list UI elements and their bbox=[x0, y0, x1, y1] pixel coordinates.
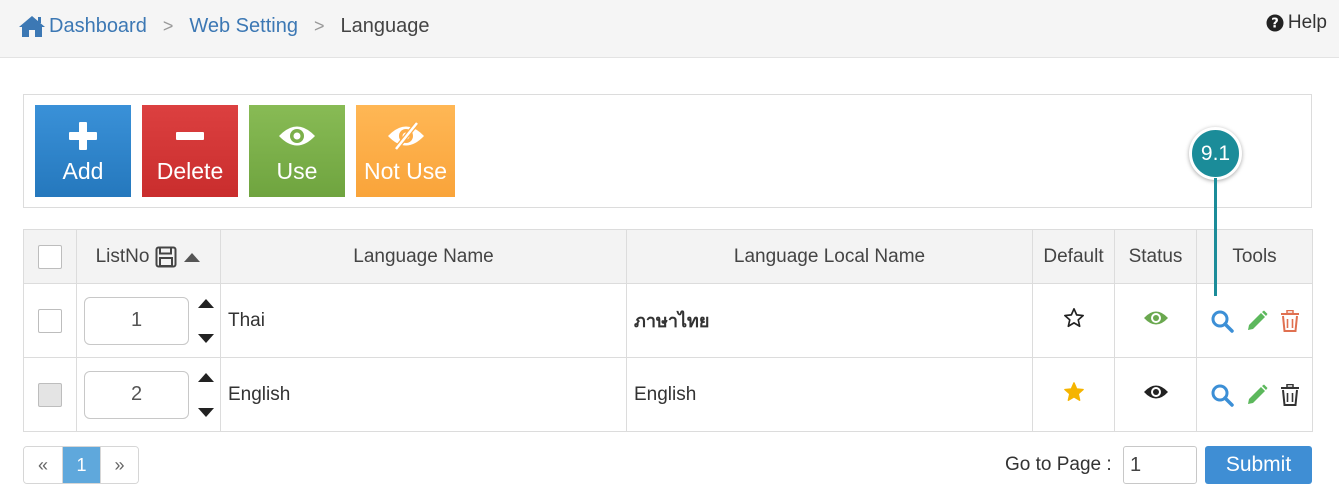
submit-button[interactable]: Submit bbox=[1205, 446, 1312, 484]
trash-icon[interactable] bbox=[1280, 383, 1300, 406]
pagination-page-current[interactable]: 1 bbox=[62, 447, 100, 483]
status-cell bbox=[1114, 283, 1197, 358]
table-header-row: ListNo Language Name Language Local Name… bbox=[23, 229, 1313, 284]
pencil-icon[interactable] bbox=[1246, 384, 1268, 406]
header-status: Status bbox=[1114, 229, 1197, 284]
language-local-name: ภาษาไทย bbox=[626, 283, 1033, 358]
header-listno: ListNo bbox=[76, 229, 221, 284]
order-input[interactable]: 2 bbox=[84, 370, 189, 419]
eye-slash-icon bbox=[387, 118, 425, 154]
row-checkbox[interactable] bbox=[38, 308, 62, 333]
question-circle-icon: ? bbox=[1266, 14, 1284, 32]
save-icon[interactable] bbox=[155, 246, 177, 268]
table-row: 1 Thai ภาษาไทย bbox=[23, 283, 1313, 358]
row-checkbox[interactable] bbox=[38, 382, 62, 407]
default-cell bbox=[1032, 283, 1115, 358]
action-toolbar: Add Delete Use Not Use bbox=[23, 94, 1312, 208]
add-button[interactable]: Add bbox=[35, 105, 131, 197]
breadcrumb-dashboard-label: Dashboard bbox=[49, 14, 147, 37]
help-label: Help bbox=[1287, 12, 1327, 33]
breadcrumb: Dashboard > Web Setting > Language bbox=[18, 12, 429, 40]
search-icon[interactable] bbox=[1210, 309, 1234, 333]
eye-active-icon[interactable] bbox=[1143, 309, 1169, 327]
language-local-name: English bbox=[626, 357, 1033, 432]
goto-page-input[interactable]: 1 bbox=[1123, 446, 1197, 484]
language-table: ListNo Language Name Language Local Name… bbox=[23, 229, 1313, 432]
tools-cell bbox=[1196, 357, 1313, 432]
sort-up-icon[interactable] bbox=[183, 251, 201, 263]
annotation-pointer-line bbox=[1214, 178, 1217, 296]
annotation-callout: 9.1 bbox=[1189, 127, 1242, 180]
header-language-name[interactable]: Language Name bbox=[220, 229, 627, 284]
svg-text:?: ? bbox=[1271, 17, 1279, 32]
pagination-next[interactable]: » bbox=[100, 447, 138, 483]
select-all-cell bbox=[23, 229, 77, 284]
star-filled-icon[interactable] bbox=[1063, 381, 1085, 403]
header-language-local-name[interactable]: Language Local Name bbox=[626, 229, 1033, 284]
breadcrumb-language: Language bbox=[340, 14, 430, 37]
row-select-cell bbox=[23, 283, 77, 358]
add-button-label: Add bbox=[62, 157, 104, 184]
search-icon[interactable] bbox=[1210, 383, 1234, 407]
plus-icon bbox=[67, 118, 99, 154]
eye-icon bbox=[278, 118, 316, 154]
move-down-icon[interactable] bbox=[197, 333, 215, 344]
not-use-button[interactable]: Not Use bbox=[356, 105, 455, 197]
pencil-icon[interactable] bbox=[1246, 310, 1268, 332]
use-button[interactable]: Use bbox=[249, 105, 345, 197]
breadcrumb-web-setting[interactable]: Web Setting bbox=[189, 15, 298, 38]
default-cell bbox=[1032, 357, 1115, 432]
language-name: English bbox=[220, 357, 627, 432]
breadcrumb-separator: > bbox=[162, 15, 174, 36]
home-icon bbox=[19, 16, 45, 37]
breadcrumb-dashboard[interactable]: Dashboard bbox=[18, 14, 147, 38]
move-up-icon[interactable] bbox=[197, 372, 215, 383]
language-name: Thai bbox=[220, 283, 627, 358]
delete-button[interactable]: Delete bbox=[142, 105, 238, 197]
top-bar: Dashboard > Web Setting > Language ? Hel… bbox=[0, 0, 1339, 58]
breadcrumb-separator: > bbox=[313, 15, 325, 36]
minus-icon bbox=[174, 118, 206, 154]
trash-icon[interactable] bbox=[1280, 309, 1300, 332]
star-outline-icon[interactable] bbox=[1063, 307, 1085, 329]
goto-page-label: Go to Page : bbox=[1005, 454, 1112, 475]
use-button-label: Use bbox=[276, 157, 318, 184]
row-select-cell bbox=[23, 357, 77, 432]
not-use-button-label: Not Use bbox=[363, 157, 448, 184]
status-cell bbox=[1114, 357, 1197, 432]
order-input[interactable]: 1 bbox=[84, 296, 189, 345]
eye-icon[interactable] bbox=[1143, 383, 1169, 401]
table-row: 2 English English bbox=[23, 357, 1313, 432]
order-cell: 2 bbox=[76, 357, 221, 432]
order-cell: 1 bbox=[76, 283, 221, 358]
header-default: Default bbox=[1032, 229, 1115, 284]
pagination-prev[interactable]: « bbox=[24, 447, 62, 483]
help-link[interactable]: ? Help bbox=[1266, 12, 1327, 34]
delete-button-label: Delete bbox=[156, 157, 224, 184]
move-up-icon[interactable] bbox=[197, 298, 215, 309]
header-listno-label: ListNo bbox=[95, 245, 150, 267]
move-down-icon[interactable] bbox=[197, 407, 215, 418]
select-all-checkbox[interactable] bbox=[38, 244, 62, 269]
pagination: « 1 » bbox=[23, 446, 139, 484]
